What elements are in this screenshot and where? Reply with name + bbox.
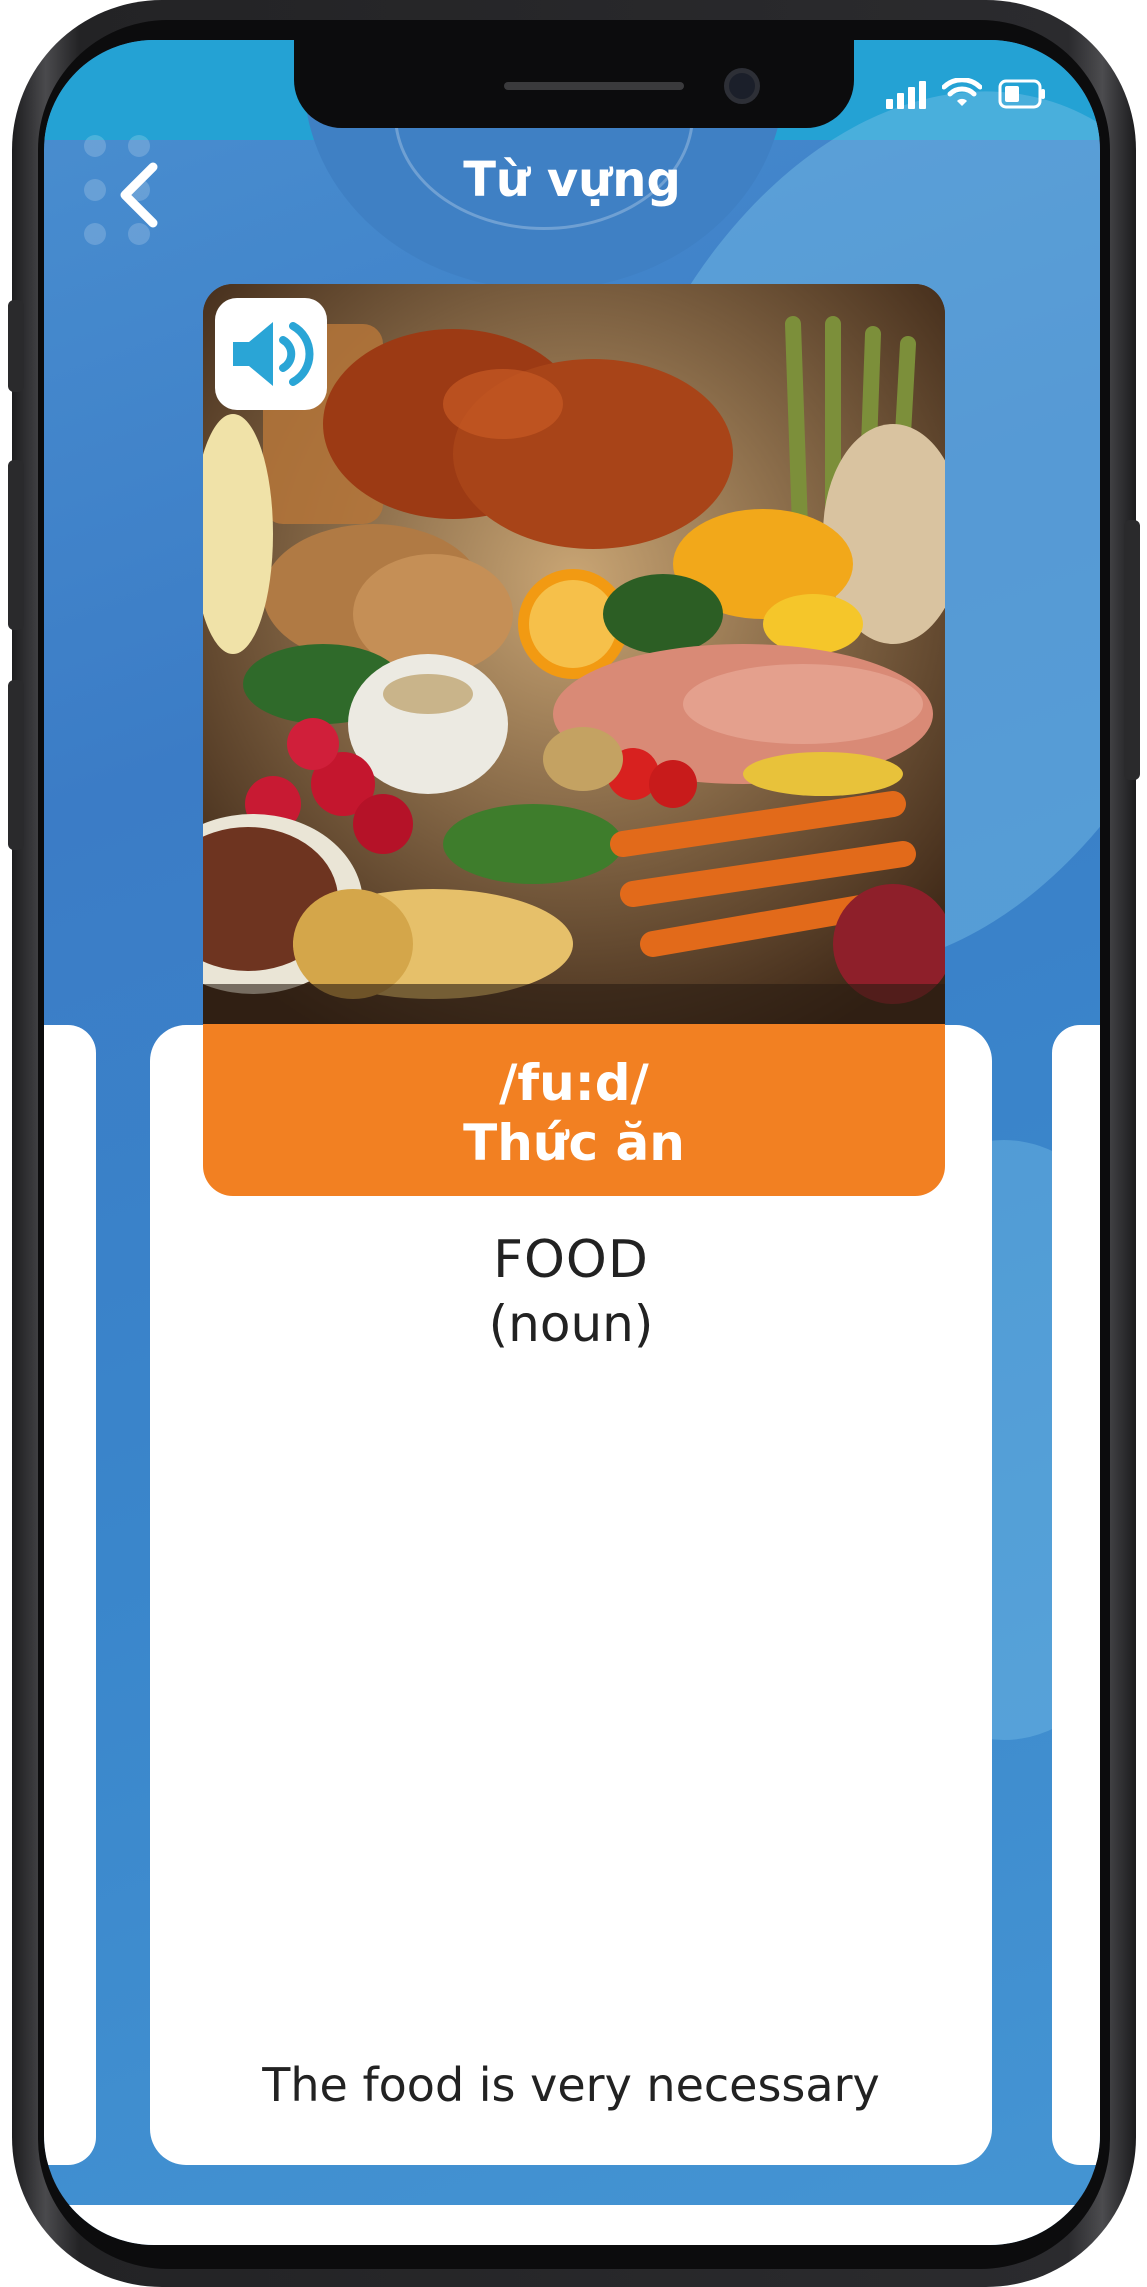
flashcard[interactable]: FOOD (noun) The food is very necessary	[150, 1025, 992, 2165]
vocabulary-word: FOOD	[493, 1230, 649, 1290]
app-screen: Từ vựng FOOD (noun) The food is very nec…	[44, 40, 1100, 2245]
vocabulary-image	[203, 284, 945, 1024]
page-title: Từ vựng	[463, 152, 681, 208]
notch	[294, 40, 854, 128]
volume-up-button	[8, 460, 24, 630]
front-camera	[724, 68, 760, 104]
mute-switch	[8, 300, 24, 392]
power-button	[1124, 520, 1140, 780]
bottom-strip	[44, 2205, 1100, 2245]
speaker-icon	[233, 322, 314, 386]
battery-icon	[998, 79, 1045, 109]
vietnamese-meaning: Thức ăn	[463, 1114, 685, 1172]
status-icons	[886, 78, 1046, 110]
example-sentence: The food is very necessary	[262, 2058, 880, 2112]
part-of-speech: (noun)	[488, 1295, 654, 1353]
wifi-icon	[942, 78, 982, 106]
previous-card[interactable]	[44, 1025, 96, 2165]
earpiece-speaker	[504, 82, 684, 90]
phonetic-transcription: /fu:d/	[499, 1054, 649, 1112]
cellular-signal-icon	[886, 79, 926, 109]
pronunciation-banner: /fu:d/ Thức ăn	[203, 1024, 945, 1196]
play-audio-button[interactable]	[215, 298, 327, 410]
next-card[interactable]	[1052, 1025, 1100, 2165]
volume-down-button	[8, 680, 24, 850]
